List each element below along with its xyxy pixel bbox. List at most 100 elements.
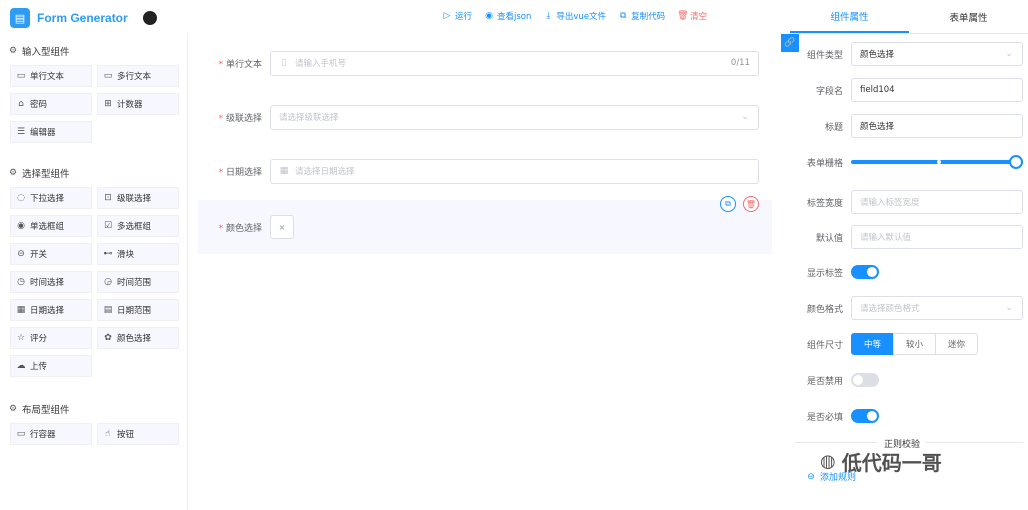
form-row-active[interactable]: * 颜色选择 × ⧉ 🗑 (198, 196, 772, 254)
cascader-icon: ⊡ (104, 193, 112, 203)
palette-item[interactable]: ◷ 时间选择 (10, 271, 92, 293)
palette-item[interactable]: ⊝ 开关 (10, 243, 92, 265)
field-name-input[interactable]: field104 (851, 78, 1023, 102)
size-segmented: 中等 较小 迷你 (851, 333, 979, 355)
color-format-select[interactable]: 请选择颜色格式 ⌄ (851, 296, 1023, 320)
counter-icon: ⊞ (104, 99, 112, 109)
puzzle-icon: ⚙ (8, 168, 18, 178)
palette-item[interactable]: ▦ 日期选择 (10, 299, 92, 321)
show-label-switch[interactable] (851, 265, 879, 279)
prop-label: 标题 (824, 122, 843, 133)
prop-row: 颜色格式 请选择颜色格式 ⌄ (795, 294, 1023, 322)
lock-icon: ⌂ (18, 99, 24, 109)
palette-item[interactable]: ☑ 多选框组 (97, 215, 179, 237)
app-title: Form Generator (37, 11, 128, 25)
play-icon: ▷ (443, 11, 451, 21)
required-switch[interactable] (851, 409, 879, 423)
upload-icon: ☁ (16, 361, 26, 371)
plus-circle-icon: ⊖ (807, 471, 815, 482)
prop-row: 组件尺寸 中等 较小 迷你 (795, 330, 1023, 358)
copy-icon[interactable]: ⧉ (720, 196, 736, 212)
size-small[interactable]: 较小 (893, 333, 937, 355)
prop-row: 组件类型 颜色选择 ⌄ (795, 40, 1023, 68)
disabled-switch[interactable] (851, 373, 879, 387)
prop-row: 默认值 请输入默认值 (795, 223, 1023, 251)
prop-label: 组件尺寸 (806, 340, 843, 351)
title-input[interactable]: 颜色选择 (851, 114, 1023, 138)
palette-item[interactable]: ☆ 评分 (10, 327, 92, 349)
field-label: * 颜色选择 (218, 223, 262, 234)
prop-row: 标签宽度 请输入标签宽度 (795, 188, 1023, 216)
palette-item[interactable]: ⊡ 级联选择 (97, 187, 179, 209)
puzzle-icon: ⚙ (8, 46, 18, 56)
size-medium[interactable]: 中等 (851, 333, 895, 355)
phone-icon: ▯ (281, 58, 287, 68)
checkbox-icon: ☑ (103, 221, 113, 231)
chevron-down-icon: ⌄ (1005, 49, 1013, 59)
color-picker[interactable]: × (270, 215, 294, 239)
prop-row: 显示标签 (795, 258, 1023, 286)
prop-row: 表单栅格 (795, 148, 1023, 176)
textarea-icon: ▭ (103, 71, 113, 81)
size-mini[interactable]: 迷你 (935, 333, 979, 355)
toolbar: ▷ 运行 ◉ 查看json ⤓ 导出vue文件 ⧉ 复制代码 🗑 清空 (442, 10, 708, 22)
app-logo: ▤ Form Generator (10, 8, 157, 28)
palette-item[interactable]: ◌ 下拉选择 (10, 187, 92, 209)
view-json-button[interactable]: ◉ 查看json (484, 10, 531, 22)
palette-item[interactable]: ⌂ 密码 (10, 93, 92, 115)
form-row[interactable]: * 级联选择 请选择级联选择 ⌄ (198, 90, 772, 144)
chevron-down-icon: ⌄ (741, 112, 749, 122)
label-width-input[interactable]: 请输入标签宽度 (851, 190, 1023, 214)
palette-icon: ✿ (104, 333, 112, 343)
radio-icon: ◉ (17, 221, 25, 231)
select-icon: ◌ (17, 193, 25, 203)
mobile-input[interactable]: ▯ 请输入手机号 0/11 (270, 50, 759, 76)
tab-component-props[interactable]: 组件属性 (790, 0, 909, 33)
export-vue-button[interactable]: ⤓ 导出vue文件 (543, 10, 606, 22)
prop-label: 字段名 (815, 86, 843, 97)
tab-form-props[interactable]: 表单属性 (909, 0, 1028, 33)
field-label: * 单行文本 (218, 59, 262, 70)
form-row[interactable]: * 日期选择 ▦ 请选择日期选择 (198, 144, 772, 198)
download-icon: ⤓ (546, 11, 551, 21)
palette-item[interactable]: ⊷ 滑块 (97, 243, 179, 265)
palette-item[interactable]: ☁ 上传 (10, 355, 92, 377)
prop-row: 是否必填 (795, 402, 1023, 430)
component-type-select[interactable]: 颜色选择 ⌄ (851, 42, 1023, 66)
star-icon: ☆ (16, 333, 26, 343)
section-layout: ⚙ 布局型组件 (8, 404, 70, 416)
default-value-input[interactable]: 请输入默认值 (851, 225, 1023, 249)
palette-item[interactable]: ◶ 时间范围 (97, 271, 179, 293)
date-range-icon: ▤ (103, 305, 113, 315)
palette-item[interactable]: ⊞ 计数器 (97, 93, 179, 115)
palette-item[interactable]: ☰ 编辑器 (10, 121, 92, 143)
copy-code-button[interactable]: ⧉ 复制代码 (618, 10, 665, 22)
palette-item[interactable]: ◉ 单选框组 (10, 215, 92, 237)
clear-button[interactable]: 🗑 清空 (677, 10, 707, 22)
time-range-icon: ◶ (104, 277, 112, 287)
panel-tabs: 组件属性 表单属性 (790, 0, 1028, 34)
delete-icon[interactable]: 🗑 (743, 196, 759, 212)
github-icon[interactable] (142, 11, 157, 25)
date-input[interactable]: ▦ 请选择日期选择 (270, 158, 759, 184)
slider-thumb[interactable] (1009, 155, 1023, 169)
slider-icon: ⊷ (103, 249, 113, 259)
grid-slider[interactable] (851, 155, 1023, 169)
palette-item[interactable]: ▤ 日期范围 (97, 299, 179, 321)
prop-row: 字段名 field104 (795, 76, 1023, 104)
palette-item[interactable]: ▭ 行容器 (10, 423, 92, 445)
palette-item[interactable]: ▭ 单行文本 (10, 65, 92, 87)
palette-item[interactable]: ▭ 多行文本 (97, 65, 179, 87)
field-label: * 级联选择 (218, 113, 262, 124)
cascader-input[interactable]: 请选择级联选择 ⌄ (270, 104, 759, 130)
prop-label: 颜色格式 (806, 304, 843, 315)
editor-icon: ☰ (16, 127, 26, 137)
form-row[interactable]: * 单行文本 ▯ 请输入手机号 0/11 (198, 36, 772, 90)
run-button[interactable]: ▷ 运行 (442, 10, 472, 22)
row-container-icon: ▭ (16, 429, 26, 439)
palette-item[interactable]: ✿ 颜色选择 (97, 327, 179, 349)
clock-icon: ◷ (17, 277, 25, 287)
prop-label: 是否必填 (806, 412, 843, 423)
palette-item[interactable]: ☝ 按钮 (97, 423, 179, 445)
section-select: ⚙ 选择型组件 (8, 168, 70, 180)
